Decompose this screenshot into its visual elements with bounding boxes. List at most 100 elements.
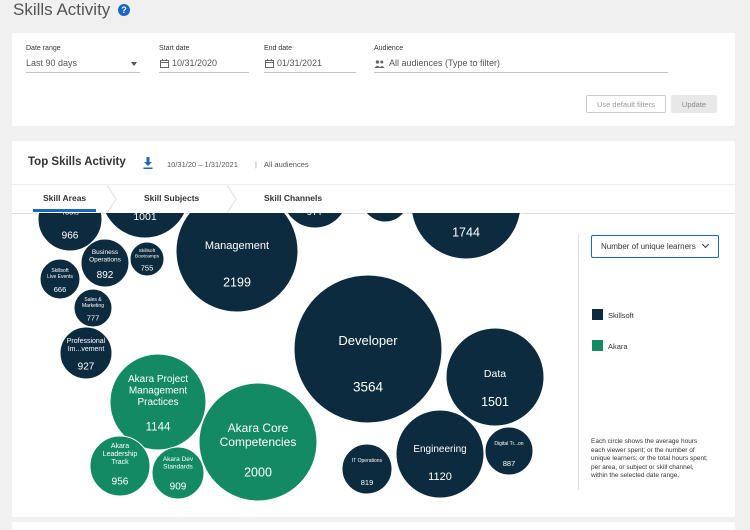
filters-panel: Date range Last 90 days Start date 10/31… [12,33,735,126]
bubble-label: Developer [338,333,398,348]
bubble-label: Akara Project [128,374,188,385]
bubble-label: Tools [61,213,79,216]
bubble-value: 2199 [223,276,251,290]
bubble[interactable]: IT Operations 819 [341,443,393,495]
card-date-range: 10/31/20 – 1/31/2021 [167,160,238,169]
card-audience: All audiences [264,160,309,169]
metric-select[interactable]: Number of unique learners [591,235,719,258]
bubble-label: Professional [67,338,106,345]
bubble-circle[interactable] [175,213,299,313]
bubble[interactable]: Developer 3564 [293,274,443,424]
bubble[interactable]: ProfessionalIm...vement 927 [59,326,113,380]
chart-footnote: Each circle shows the average hours each… [591,438,708,479]
end-date-label: End date [264,45,293,52]
start-date-underline [159,72,249,73]
help-icon[interactable]: ? [118,4,130,16]
bubble-value: 1144 [146,421,171,433]
bubble-value: 666 [54,285,67,294]
bubble-label: Track [111,459,129,466]
calendar-icon[interactable] [265,59,274,68]
date-range-label: Date range [26,45,61,52]
tab-skill-subjects[interactable]: Skill Subjects [144,193,199,203]
end-date-underline [264,72,356,73]
legend-label-skillsoft: Skillsoft [608,311,634,320]
bubble-label: Data [484,368,506,380]
bubble-label: Digital Tr...on [494,441,523,447]
card-meta-separator: | [255,160,257,169]
bubble-value: 956 [112,477,129,488]
bubble-value: 1120 [428,471,452,483]
bubble-label: Standards [163,463,193,470]
bubble[interactable]: Cloud Services1744 [411,213,521,260]
bubble-value: 1501 [481,395,509,409]
bubble-label: Business [92,249,119,256]
bubble-label: Management [205,240,269,252]
bubble-label: Akara [111,443,129,450]
bubble[interactable]: EmergingTech865 [361,213,409,223]
bubble[interactable]: AkaraLeadershipTrack 956 [89,435,151,497]
bubble-value: 977 [307,213,324,218]
tab-active-indicator [33,209,96,212]
bubble-label: Management [129,386,188,397]
tab-skill-areas[interactable]: Skill Areas [43,193,86,203]
bubble[interactable]: Engineering 1120 [395,409,485,499]
bubble-label: Marketing [82,303,104,309]
use-default-filters-button[interactable]: Use default filters [586,95,666,113]
bubble-label: Practices [137,397,178,408]
bubble[interactable]: Digital Tr...on 887 [484,426,534,476]
bubble[interactable]: BusinessOperations 892 [80,238,130,288]
bubble-label: Akara Core [228,421,289,435]
audience-label: Audience [374,45,404,52]
bubble[interactable]: Sales &Marketing777 [73,288,113,328]
bubble[interactable]: Data 1501 [445,327,545,427]
bubble-value: 927 [78,361,95,372]
bubble-value: 892 [97,270,114,281]
card-title: Top Skills Activity [28,156,126,168]
calendar-icon[interactable] [160,59,169,68]
chevron-down-icon [701,240,710,249]
bubble-label: Bootcamps [135,254,160,260]
people-icon [374,60,385,68]
bubble[interactable]: Akara ProjectManagementPractices 1144 [109,353,207,451]
bubble-circle[interactable] [293,274,443,424]
tab-skill-channels[interactable]: Skill Channels [264,193,322,203]
bubble-value: 909 [170,481,187,492]
top-skills-card: Top Skills Activity 10/31/20 – 1/31/2021… [12,141,735,517]
chevron-down-icon[interactable] [131,62,137,66]
update-button[interactable]: Update [671,95,717,113]
bubble-value: 1744 [452,225,480,239]
bubble-value: 966 [62,231,79,242]
bubble-value: 865 [379,213,392,215]
date-range-underline [26,72,140,73]
bubble-value: 2000 [244,465,272,479]
next-card-edge [12,522,735,530]
audience-underline [374,72,668,73]
bubble-chart: Productivity& Colla...tionTools966Projec… [37,213,545,502]
audience-input[interactable]: All audiences (Type to filter) [389,58,500,68]
download-icon[interactable] [143,157,153,169]
bubble[interactable]: Akara DevStandards 909 [151,446,205,500]
end-date-input[interactable]: 01/31/2021 [277,58,322,68]
bubble-label: Leadership [103,451,138,458]
bubble-label: Engineering [413,444,466,455]
legend-swatch-akara [592,340,603,351]
bubble-value: 819 [361,478,374,487]
bubble-label: Operations [89,256,122,263]
bubble[interactable]: Management 2199 [175,213,299,313]
bubble[interactable]: Akara CoreCompetencies 2000 [198,382,318,502]
bubble-value: 3564 [353,380,384,395]
bubble[interactable]: SkillsoftLive Events666 [39,258,81,300]
bubble-value: 755 [141,263,154,272]
start-date-input[interactable]: 10/31/2020 [172,58,217,68]
bubble-label: Skillsoft [139,248,156,254]
bubble-label: Competencies [220,435,297,449]
bubble-label: Live Events [47,274,73,280]
date-range-select[interactable]: Last 90 days [26,58,77,68]
tab-separator [227,185,237,213]
bubble-label: Im...vement [68,346,105,353]
tab-separator [107,185,117,213]
bubble[interactable]: ProjectManagement1001 [101,213,189,239]
bubble[interactable]: SkillsoftBootcamps 755 [129,241,165,277]
bubble-label: IT Operations [352,458,383,464]
legend-label-akara: Akara [608,342,628,351]
